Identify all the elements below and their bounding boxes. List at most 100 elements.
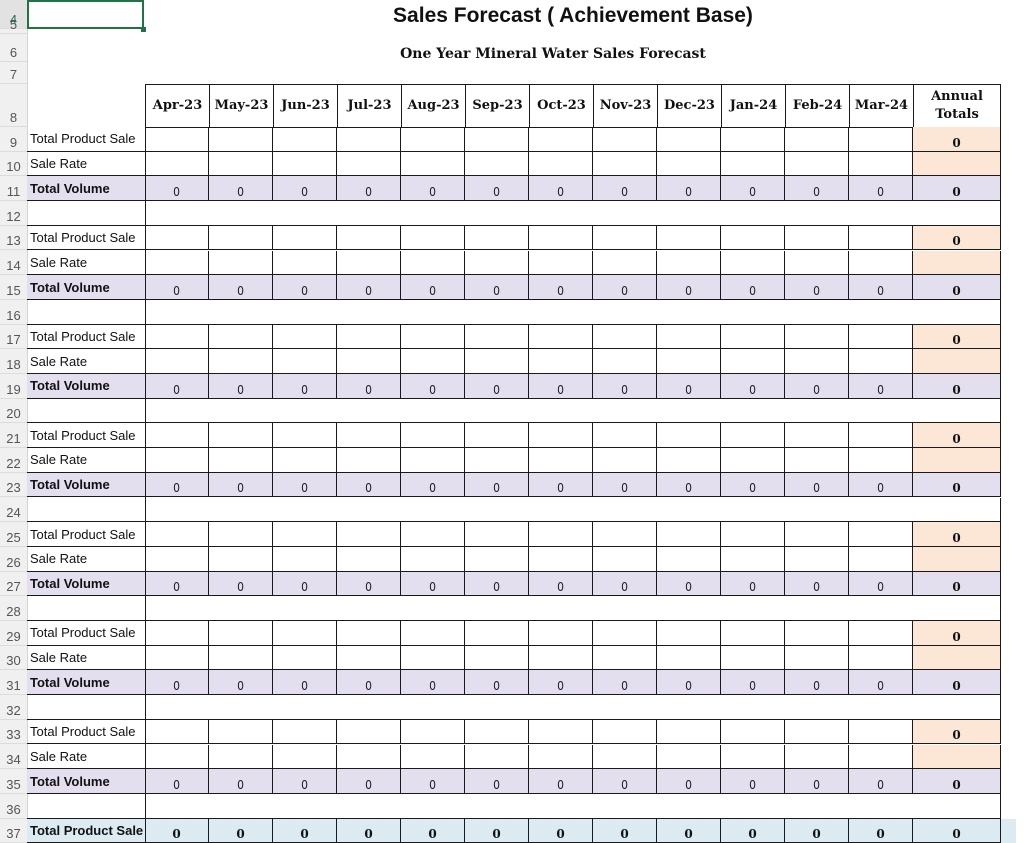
product-sale-row-cell[interactable] bbox=[657, 423, 721, 449]
sale-rate-row-cell[interactable] bbox=[657, 151, 721, 177]
sale-rate-row-cell[interactable] bbox=[465, 250, 529, 276]
total-volume-row-cell[interactable]: 0 bbox=[273, 472, 337, 498]
product-sale-row-cell[interactable] bbox=[337, 423, 401, 449]
total-volume-row-cell[interactable]: 0 bbox=[465, 374, 529, 399]
row-number[interactable]: 28 bbox=[0, 596, 27, 621]
product-sale-row-cell[interactable] bbox=[209, 225, 273, 251]
total-volume-row-cell[interactable]: 0 bbox=[465, 670, 529, 696]
product-sale-row-cell[interactable] bbox=[145, 225, 209, 251]
row-number[interactable]: 20 bbox=[0, 399, 27, 424]
product-sale-row-cell[interactable] bbox=[209, 522, 273, 547]
product-sale-row-cell[interactable] bbox=[145, 324, 209, 350]
product-sale-row-cell[interactable] bbox=[721, 522, 785, 547]
grand-total-row-cell[interactable]: 0 bbox=[849, 818, 913, 843]
row-number[interactable]: 18 bbox=[0, 349, 27, 374]
total-volume-row-cell[interactable]: 0 bbox=[593, 472, 657, 498]
sale-rate-row-cell[interactable] bbox=[273, 349, 337, 374]
product-sale-row-cell[interactable] bbox=[849, 225, 913, 251]
total-volume-row-cell[interactable]: 0 bbox=[145, 670, 209, 696]
total-volume-row-cell[interactable]: 0 bbox=[337, 275, 401, 300]
sale-rate-row-cell[interactable] bbox=[657, 349, 721, 374]
product-sale-row-cell[interactable] bbox=[337, 621, 401, 646]
product-sale-row-cell[interactable] bbox=[401, 621, 465, 646]
sale-rate-row-cell[interactable] bbox=[209, 151, 273, 177]
sale-rate-row-cell[interactable] bbox=[785, 546, 849, 572]
total-volume-row-annual-cell[interactable]: 0 bbox=[913, 670, 1001, 696]
row-number[interactable]: 35 bbox=[0, 769, 27, 794]
sale-rate-row-cell[interactable] bbox=[465, 349, 529, 374]
total-volume-row-cell[interactable]: 0 bbox=[593, 374, 657, 399]
total-volume-row-cell[interactable]: 0 bbox=[337, 176, 401, 202]
product-sale-row-cell[interactable] bbox=[529, 324, 593, 350]
product-sale-row-cell[interactable] bbox=[465, 522, 529, 547]
sale-rate-row-cell[interactable] bbox=[849, 645, 913, 671]
product-sale-row-cell[interactable] bbox=[273, 225, 337, 251]
total-volume-row-cell[interactable]: 0 bbox=[593, 769, 657, 794]
product-sale-row-cell[interactable] bbox=[593, 423, 657, 449]
product-sale-row-cell[interactable] bbox=[721, 423, 785, 449]
total-volume-row-cell[interactable]: 0 bbox=[529, 472, 593, 498]
total-volume-row-annual-cell[interactable]: 0 bbox=[913, 374, 1001, 399]
product-sale-row-cell[interactable] bbox=[657, 324, 721, 350]
grand-total-row-cell[interactable]: 0 bbox=[529, 818, 593, 843]
sale-rate-row-cell[interactable] bbox=[337, 250, 401, 276]
sale-rate-row-cell[interactable] bbox=[401, 645, 465, 671]
sale-rate-row-cell[interactable] bbox=[849, 744, 913, 770]
sale-rate-row-cell[interactable] bbox=[401, 744, 465, 770]
product-sale-row-cell[interactable] bbox=[721, 621, 785, 646]
sale-rate-row-cell[interactable] bbox=[337, 744, 401, 770]
product-sale-row-cell[interactable] bbox=[785, 522, 849, 547]
product-sale-row-annual-cell[interactable]: 0 bbox=[913, 621, 1001, 646]
product-sale-row-cell[interactable] bbox=[273, 127, 337, 152]
sale-rate-row-cell[interactable] bbox=[401, 250, 465, 276]
product-sale-row-cell[interactable] bbox=[657, 127, 721, 152]
row-number[interactable]: 25 bbox=[0, 522, 27, 547]
sale-rate-row-cell[interactable] bbox=[721, 448, 785, 473]
product-sale-row-cell[interactable] bbox=[209, 621, 273, 646]
product-sale-row-cell[interactable] bbox=[465, 423, 529, 449]
total-volume-row-cell[interactable]: 0 bbox=[657, 275, 721, 300]
sale-rate-row-cell[interactable] bbox=[465, 744, 529, 770]
sale-rate-row-cell[interactable] bbox=[273, 250, 337, 276]
product-sale-row-cell[interactable] bbox=[465, 621, 529, 646]
product-sale-row-cell[interactable] bbox=[849, 719, 913, 745]
total-volume-row-cell[interactable]: 0 bbox=[721, 275, 785, 300]
product-sale-row-cell[interactable] bbox=[273, 423, 337, 449]
total-volume-row-annual-cell[interactable]: 0 bbox=[913, 275, 1001, 300]
product-sale-row-cell[interactable] bbox=[337, 719, 401, 745]
sale-rate-row-cell[interactable] bbox=[657, 546, 721, 572]
sale-rate-row-cell[interactable] bbox=[209, 250, 273, 276]
sale-rate-row-cell[interactable] bbox=[849, 151, 913, 177]
sale-rate-row-cell[interactable] bbox=[849, 250, 913, 276]
total-volume-row-cell[interactable]: 0 bbox=[145, 472, 209, 498]
total-volume-row-cell[interactable]: 0 bbox=[209, 176, 273, 202]
grand-total-row-cell[interactable]: 0 bbox=[273, 818, 337, 843]
sale-rate-row-annual-cell[interactable] bbox=[913, 645, 1001, 671]
sale-rate-row-cell[interactable] bbox=[785, 349, 849, 374]
sale-rate-row-cell[interactable] bbox=[657, 645, 721, 671]
total-volume-row-cell[interactable]: 0 bbox=[337, 374, 401, 399]
total-volume-row-cell[interactable]: 0 bbox=[849, 571, 913, 597]
total-volume-row-cell[interactable]: 0 bbox=[593, 670, 657, 696]
total-volume-row-cell[interactable]: 0 bbox=[401, 571, 465, 597]
row-number[interactable]: 19 bbox=[0, 374, 27, 399]
product-sale-row-cell[interactable] bbox=[145, 127, 209, 152]
total-volume-row-cell[interactable]: 0 bbox=[785, 176, 849, 202]
total-volume-row-cell[interactable]: 0 bbox=[401, 275, 465, 300]
sale-rate-row-cell[interactable] bbox=[145, 448, 209, 473]
product-sale-row-cell[interactable] bbox=[401, 719, 465, 745]
sale-rate-row-cell[interactable] bbox=[209, 349, 273, 374]
sale-rate-row-cell[interactable] bbox=[401, 151, 465, 177]
product-sale-row-cell[interactable] bbox=[529, 423, 593, 449]
total-volume-row-cell[interactable]: 0 bbox=[849, 769, 913, 794]
sale-rate-row-cell[interactable] bbox=[401, 546, 465, 572]
total-volume-row-cell[interactable]: 0 bbox=[209, 275, 273, 300]
total-volume-row-cell[interactable]: 0 bbox=[721, 670, 785, 696]
total-volume-row-cell[interactable]: 0 bbox=[657, 176, 721, 202]
total-volume-row-cell[interactable]: 0 bbox=[785, 472, 849, 498]
total-volume-row-cell[interactable]: 0 bbox=[465, 769, 529, 794]
sale-rate-row-cell[interactable] bbox=[593, 151, 657, 177]
sale-rate-row-cell[interactable] bbox=[849, 349, 913, 374]
total-volume-row-cell[interactable]: 0 bbox=[337, 769, 401, 794]
product-sale-row-cell[interactable] bbox=[657, 719, 721, 745]
